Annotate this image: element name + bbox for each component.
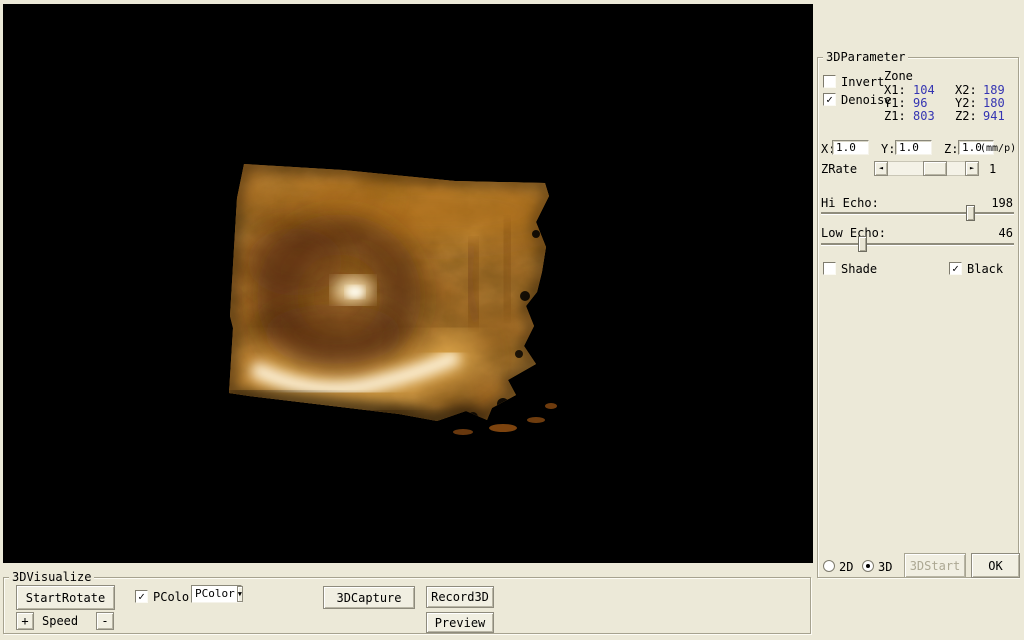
3dcapture-button[interactable]: 3DCapture <box>323 586 415 609</box>
mode-3d-radio[interactable] <box>862 560 874 572</box>
hi-echo-thumb[interactable] <box>965 205 975 221</box>
preview-button[interactable]: Preview <box>426 612 494 633</box>
shade-label: Shade <box>841 262 878 276</box>
low-echo-track[interactable] <box>821 243 1014 245</box>
shade-checkbox[interactable] <box>823 262 836 275</box>
zrate-left-arrow-icon[interactable]: ◄ <box>874 161 888 176</box>
speed-plus-button[interactable]: + <box>16 612 34 630</box>
group-title-3dparameter: 3DParameter <box>823 50 909 64</box>
mode-2d-radio[interactable] <box>823 560 835 572</box>
pcolor-checkbox[interactable]: ✓ <box>135 590 148 603</box>
zrate-track[interactable] <box>888 161 965 176</box>
zone-z2-label: Z2: <box>955 109 977 123</box>
mode-2d-label: 2D <box>839 560 854 574</box>
ok-button[interactable]: OK <box>971 553 1020 578</box>
black-checkbox[interactable]: ✓ <box>949 262 962 275</box>
record3d-button[interactable]: Record3D <box>426 586 494 608</box>
denoise-checkbox[interactable]: ✓ <box>823 93 836 106</box>
zone-z1-value: 803 <box>913 109 935 123</box>
dropdown-arrow-icon[interactable]: ▼ <box>236 586 243 602</box>
hi-echo-track[interactable] <box>821 212 1014 214</box>
scale-y-input[interactable]: 1.0 <box>895 140 932 155</box>
zrate-thumb[interactable] <box>922 161 947 176</box>
scale-y-label: Y: <box>881 142 896 156</box>
3d-visualize-group: 3DVisualize StartRotate ✓ PColor PColor … <box>3 570 811 634</box>
invert-checkbox[interactable] <box>823 75 836 88</box>
invert-label: Invert <box>841 75 885 89</box>
app-window: 3DParameter Invert ✓ Denoise Zone X1: 10… <box>0 0 1024 640</box>
hi-echo-slider[interactable] <box>821 205 1014 222</box>
zrate-right-arrow-icon[interactable]: ► <box>965 161 979 176</box>
mode-3d-label: 3D <box>878 560 893 574</box>
pcolor-label: PColor <box>153 590 197 604</box>
speed-label: Speed <box>42 614 79 628</box>
render-viewport[interactable] <box>3 4 813 563</box>
zrate-label: ZRate <box>821 162 858 176</box>
speed-minus-button[interactable]: - <box>96 612 114 630</box>
pcolor-dropdown[interactable]: PColor ▼ <box>191 585 243 603</box>
ultrasound-volume-render <box>229 164 557 435</box>
low-echo-slider[interactable] <box>821 236 1014 253</box>
parameter-panel: 3DParameter Invert ✓ Denoise Zone X1: 10… <box>813 0 1024 640</box>
3d-parameter-group: 3DParameter Invert ✓ Denoise Zone X1: 10… <box>817 50 1020 578</box>
scale-x-input[interactable]: 1.0 <box>832 140 869 155</box>
low-echo-thumb[interactable] <box>857 236 867 252</box>
zrate-scrollbar[interactable]: ◄ ► <box>874 161 979 176</box>
group-title-3dvisualize: 3DVisualize <box>9 570 95 584</box>
3dstart-button[interactable]: 3DStart <box>904 553 966 578</box>
zone-label: Zone <box>884 69 913 83</box>
zone-z1-label: Z1: <box>884 109 906 123</box>
scale-z-label: Z: <box>944 142 959 156</box>
pcolor-dropdown-value: PColor <box>195 587 235 600</box>
zone-z2-value: 941 <box>983 109 1005 123</box>
scale-unit-label: (mm/p) <box>980 143 1017 154</box>
start-rotate-button[interactable]: StartRotate <box>16 585 115 610</box>
black-label: Black <box>967 262 1004 276</box>
zrate-value: 1 <box>989 162 997 176</box>
